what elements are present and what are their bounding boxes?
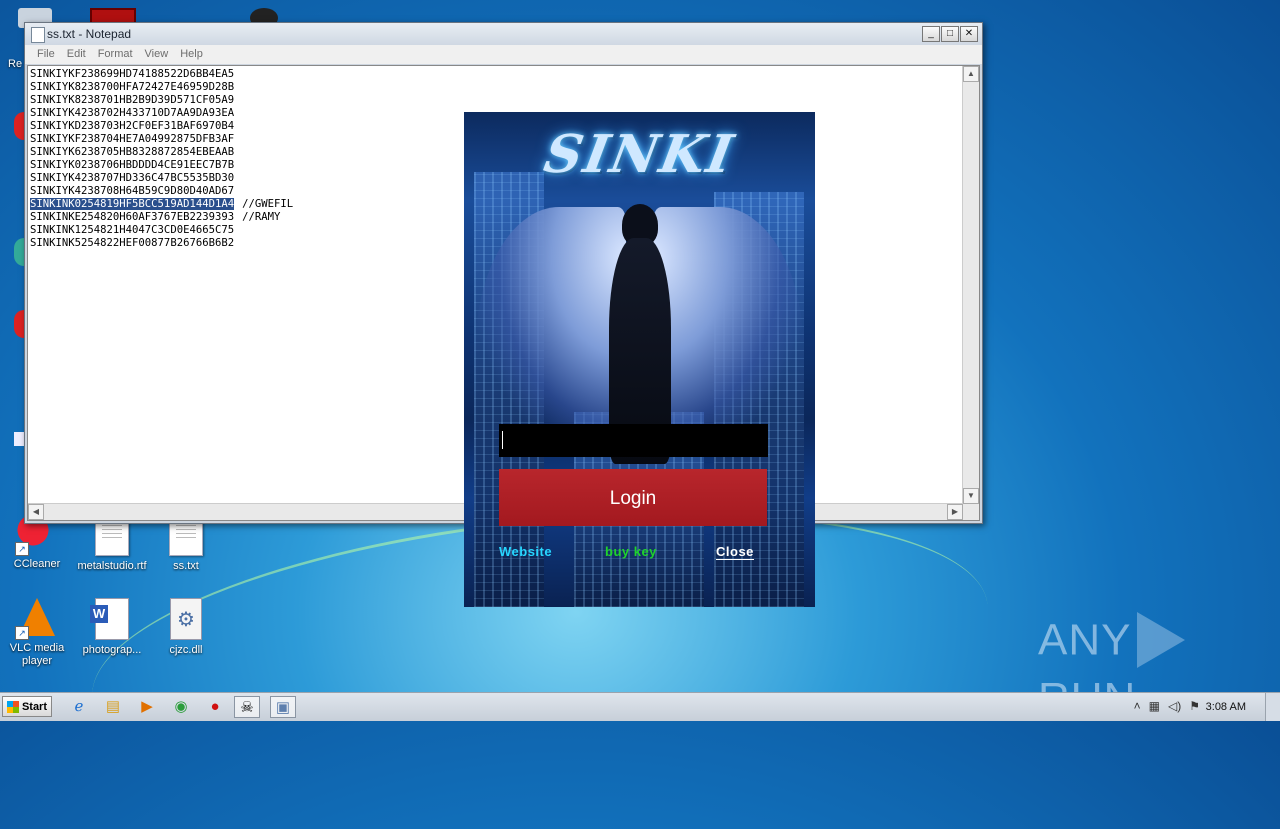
desktop-icon-label: metalstudio.rtf <box>77 560 147 572</box>
sinki-login-dialog: SINKI Login Website buy key Close <box>464 112 815 607</box>
desktop-icon-label: cjzc.dll <box>169 644 203 656</box>
text-line: SINKINK1254821H4047C3CD0E4665C75 <box>30 224 293 237</box>
key-text: SINKIYK8238700HFA72427E46959D28B <box>30 81 235 93</box>
window-title: ss.txt - Notepad <box>47 27 132 41</box>
shortcut-arrow-icon: ↗ <box>15 542 29 556</box>
key-text: SINKIYK6238705HB8328872854EBEAAB <box>30 146 235 158</box>
start-button[interactable]: Start <box>2 696 52 717</box>
text-line: SINKIYK4238702H433710D7AA9DA93EA <box>30 107 293 120</box>
key-text: SINKIYK4238708H64B59C9D80D40AD67 <box>30 185 235 197</box>
scroll-down-arrow-icon[interactable]: ▼ <box>963 488 979 504</box>
selected-key-text: SINKINK0254819HF5BCC519AD144D1A4 <box>30 198 235 210</box>
watermark-left-text: ANY <box>1038 615 1132 665</box>
close-button[interactable]: ✕ <box>960 26 978 42</box>
key-comment: //GWEFIL <box>242 198 294 210</box>
network-icon[interactable]: ▦ <box>1149 699 1160 713</box>
text-line: SINKINKE254820H60AF3767EB2239393 //RAMY <box>30 211 293 224</box>
show-hidden-icon[interactable]: ˄ <box>1134 699 1141 713</box>
start-label: Start <box>21 701 47 713</box>
chrome-icon[interactable]: ◉ <box>168 696 194 718</box>
text-line: SINKIYKF238699HD74188522D6BB4EA5 <box>30 68 293 81</box>
desktop-icon-label: VLC media player <box>9 642 65 667</box>
minimize-button[interactable]: _ <box>922 26 940 42</box>
desktop-icon-partial[interactable] <box>14 238 24 266</box>
desktop-icon-partial[interactable] <box>14 310 24 338</box>
desktop-icon-partial[interactable] <box>14 112 24 140</box>
sinki-app-icon[interactable]: ☠ <box>234 696 260 718</box>
word-document-icon <box>90 598 129 640</box>
text-line: SINKIYKF238704HE7A04992875DFB3AF <box>30 133 293 146</box>
login-button[interactable]: Login <box>499 469 767 526</box>
show-desktop-button[interactable] <box>1265 693 1280 721</box>
desktop-icon-partial[interactable] <box>14 432 24 446</box>
windows-logo-icon <box>7 701 19 713</box>
text-line: SINKIYK8238700HFA72427E46959D28B <box>30 81 293 94</box>
desktop-icon-label: CCleaner <box>13 558 61 570</box>
media-player-icon[interactable]: ▶ <box>134 696 160 718</box>
text-line: SINKIYKD238703H2CF0EF31BAF6970B4 <box>30 120 293 133</box>
text-line: SINKIYK4238707HD336C47BC5535BD30 <box>30 172 293 185</box>
menu-format[interactable]: Format <box>92 45 139 64</box>
key-text: SINKIYK4238707HD336C47BC5535BD30 <box>30 172 235 184</box>
taskbar: Start ℯ ▤ ▶ ◉ ● ☠ ▣ ˄ ▦ ◁) ⚑ 3:08 AM <box>0 692 1280 721</box>
desktop-icon-cjzc-dll[interactable]: cjzc.dll <box>151 598 221 657</box>
menu-file[interactable]: File <box>31 45 61 64</box>
menu-edit[interactable]: Edit <box>61 45 92 64</box>
notepad-icon[interactable]: ▣ <box>270 696 296 718</box>
dll-file-icon <box>170 598 202 640</box>
key-text: SINKINK1254821H4047C3CD0E4665C75 <box>30 224 235 236</box>
opera-icon[interactable]: ● <box>202 696 228 718</box>
key-text: SINKINK5254822HEF00877B26766B6B2 <box>30 237 235 249</box>
play-logo-icon <box>1137 612 1186 668</box>
close-link[interactable]: Close <box>716 544 754 560</box>
desktop-icon-label: ss.txt <box>173 560 199 572</box>
key-comment: //RAMY <box>242 211 281 223</box>
desktop-icon-label: photograp... <box>82 644 142 656</box>
menu-view[interactable]: View <box>139 45 175 64</box>
vlc-cone-icon: ↗ <box>15 598 57 640</box>
text-line: SINKIYK0238706HBDDDD4CE91EEC7B7B <box>30 159 293 172</box>
resize-grip-icon[interactable] <box>963 504 979 520</box>
key-text: SINKINKE254820H60AF3767EB2239393 <box>30 211 235 223</box>
explorer-icon[interactable]: ▤ <box>100 696 126 718</box>
text-line: SINKINK0254819HF5BCC519AD144D1A4 //GWEFIL <box>30 198 293 211</box>
ie-icon[interactable]: ℯ <box>66 696 92 718</box>
maximize-button[interactable]: □ <box>941 26 959 42</box>
notepad-title-bar[interactable]: ss.txt - Notepad _ □ ✕ <box>25 23 982 45</box>
scroll-right-arrow-icon[interactable]: ▶ <box>947 504 963 520</box>
shortcut-arrow-icon: ↗ <box>15 626 29 640</box>
scroll-up-arrow-icon[interactable]: ▲ <box>963 66 979 82</box>
text-line: SINKIYK8238701HB2B9D39D571CF05A9 <box>30 94 293 107</box>
text-content: SINKIYKF238699HD74188522D6BB4EA5 SINKIYK8… <box>30 68 293 250</box>
system-tray: ˄ ▦ ◁) ⚑ <box>1134 699 1200 713</box>
volume-icon[interactable]: ◁) <box>1168 699 1181 713</box>
text-line: SINKIYK4238708H64B59C9D80D40AD67 <box>30 185 293 198</box>
sinki-logo: SINKI <box>539 124 740 185</box>
key-text: SINKIYK4238702H433710D7AA9DA93EA <box>30 107 235 119</box>
text-line: SINKINK5254822HEF00877B26766B6B2 <box>30 237 293 250</box>
key-text: SINKIYKF238699HD74188522D6BB4EA5 <box>30 68 235 80</box>
desktop-icon-photograph[interactable]: photograp... <box>77 598 147 657</box>
text-line: SINKIYK6238705HB8328872854EBEAAB <box>30 146 293 159</box>
clock[interactable]: 3:08 AM <box>1206 701 1246 713</box>
text-caret <box>502 431 503 449</box>
desktop-icon-vlc[interactable]: ↗ VLC media player <box>2 598 72 668</box>
key-text: SINKIYK0238706HBDDDD4CE91EEC7B7B <box>30 159 235 171</box>
recycle-bin-label-partial: Re <box>8 58 23 70</box>
notepad-icon <box>31 27 45 43</box>
menu-help[interactable]: Help <box>174 45 209 64</box>
key-text: SINKIYK8238701HB2B9D39D571CF05A9 <box>30 94 235 106</box>
menu-bar: File Edit Format View Help <box>25 45 982 64</box>
key-input[interactable] <box>499 424 768 457</box>
flag-icon[interactable]: ⚑ <box>1189 699 1200 713</box>
key-text: SINKIYKF238704HE7A04992875DFB3AF <box>30 133 235 145</box>
website-link[interactable]: Website <box>499 544 552 559</box>
key-text: SINKIYKD238703H2CF0EF31BAF6970B4 <box>30 120 235 132</box>
scroll-left-arrow-icon[interactable]: ◀ <box>28 504 44 520</box>
buy-key-link[interactable]: buy key <box>605 544 657 559</box>
vertical-scrollbar[interactable]: ▲ ▼ <box>962 66 979 504</box>
